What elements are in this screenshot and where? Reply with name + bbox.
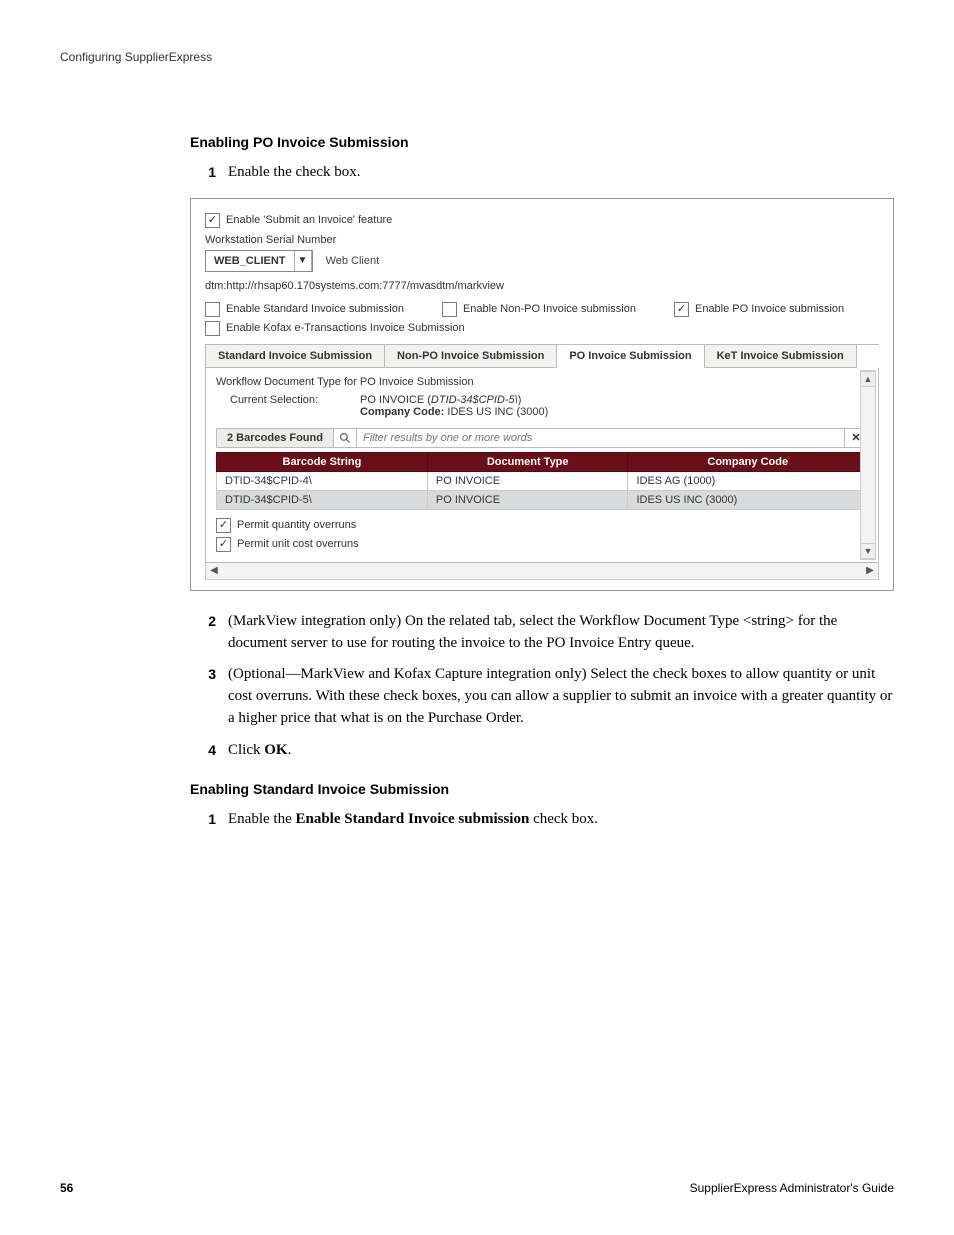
checkbox-label: Enable PO Invoice submission: [695, 303, 844, 315]
dtm-url: dtm:http://rhsap60.170systems.com:7777/m…: [205, 280, 879, 292]
checkbox-label: Enable Non-PO Invoice submission: [463, 303, 636, 315]
checkbox-enable-nonpo[interactable]: Enable Non-PO Invoice submission: [442, 302, 636, 317]
cell-company: IDES US INC (3000): [628, 490, 868, 509]
scroll-right-icon[interactable]: ▶: [862, 565, 878, 576]
table-row[interactable]: DTID-34$CPID-5\ PO INVOICE IDES US INC (…: [217, 490, 868, 509]
scroll-up-icon[interactable]: ▲: [861, 371, 875, 387]
step-2-text: (MarkView integration only) On the relat…: [228, 611, 894, 655]
step-number: 2: [190, 611, 228, 631]
workstation-label: Workstation Serial Number: [205, 234, 879, 246]
search-icon: [334, 428, 357, 448]
step-number: 1: [190, 809, 228, 829]
workstation-select[interactable]: WEB_CLIENT ▼: [205, 250, 313, 272]
check-icon: ✓: [205, 213, 220, 228]
page-number: 56: [60, 1181, 73, 1195]
col-company-code[interactable]: Company Code: [628, 452, 868, 471]
current-selection-label: Current Selection:: [230, 394, 340, 418]
step-3-text: (Optional—MarkView and Kofax Capture int…: [228, 664, 894, 729]
step-1b-text: Enable the Enable Standard Invoice submi…: [228, 809, 894, 831]
current-selection-id: DTID-34$CPID-5\: [431, 394, 518, 406]
step-4-post: .: [288, 742, 292, 758]
tab-standard[interactable]: Standard Invoice Submission: [205, 345, 384, 368]
current-selection-text: ): [518, 394, 522, 406]
step-4-pre: Click: [228, 742, 264, 758]
ok-label: OK: [264, 742, 287, 758]
checkbox-enable-po[interactable]: ✓ Enable PO Invoice submission: [674, 302, 844, 317]
guide-title: SupplierExpress Administrator's Guide: [690, 1181, 894, 1195]
scrollbar-vertical[interactable]: ▲ ▼: [860, 370, 876, 560]
page-footer: 56 SupplierExpress Administrator's Guide: [60, 1181, 894, 1195]
cell-doctype: PO INVOICE: [427, 490, 628, 509]
tabs: Standard Invoice Submission Non-PO Invoi…: [205, 344, 879, 368]
cell-barcode: DTID-34$CPID-4\: [217, 471, 428, 490]
tab-nonpo[interactable]: Non-PO Invoice Submission: [384, 345, 556, 368]
checkbox-label: Enable Kofax e-Transactions Invoice Subm…: [226, 322, 465, 334]
checkbox-label: Permit unit cost overruns: [237, 538, 359, 550]
checkbox-enable-submit-invoice[interactable]: ✓ Enable 'Submit an Invoice' feature: [205, 213, 392, 228]
step-number: 3: [190, 664, 228, 684]
barcodes-found-count: 2 Barcodes Found: [216, 428, 334, 448]
step-1-text: Enable the check box.: [228, 162, 894, 184]
checkbox-permit-quantity[interactable]: ✓ Permit quantity overruns: [216, 518, 356, 533]
checkbox-label: Permit quantity overruns: [237, 519, 356, 531]
heading-enabling-po: Enabling PO Invoice Submission: [190, 134, 894, 150]
workflow-doc-type-label: Workflow Document Type for PO Invoice Su…: [216, 376, 868, 388]
checkbox-enable-standard[interactable]: Enable Standard Invoice submission: [205, 302, 404, 317]
checkbox-icon: [205, 321, 220, 336]
col-document-type[interactable]: Document Type: [427, 452, 628, 471]
checkbox-permit-unit-cost[interactable]: ✓ Permit unit cost overruns: [216, 537, 359, 552]
step-number: 4: [190, 740, 228, 760]
checkbox-enable-kofax[interactable]: Enable Kofax e-Transactions Invoice Subm…: [205, 321, 465, 336]
filter-input[interactable]: [357, 428, 845, 448]
cell-barcode: DTID-34$CPID-5\: [217, 490, 428, 509]
step-1b-post: check box.: [529, 811, 598, 827]
checkbox-icon: [442, 302, 457, 317]
tab-body-po: ▲ ▼ Workflow Document Type for PO Invoic…: [205, 368, 879, 563]
check-icon: ✓: [216, 537, 231, 552]
company-code-value: IDES US INC (3000): [444, 406, 548, 418]
checkbox-label: Enable 'Submit an Invoice' feature: [226, 214, 392, 226]
cell-company: IDES AG (1000): [628, 471, 868, 490]
running-header: Configuring SupplierExpress: [60, 50, 894, 64]
tab-po[interactable]: PO Invoice Submission: [556, 345, 703, 368]
tab-ket[interactable]: KeT Invoice Submission: [704, 345, 857, 368]
step-4-text: Click OK.: [228, 740, 894, 762]
check-icon: ✓: [216, 518, 231, 533]
heading-enabling-standard: Enabling Standard Invoice Submission: [190, 781, 894, 797]
col-barcode-string[interactable]: Barcode String: [217, 452, 428, 471]
workstation-description: Web Client: [316, 255, 390, 267]
screenshot-figure: ✓ Enable 'Submit an Invoice' feature Wor…: [190, 198, 894, 591]
scroll-down-icon[interactable]: ▼: [861, 543, 875, 559]
enable-standard-label: Enable Standard Invoice submission: [295, 811, 529, 827]
chevron-down-icon: ▼: [295, 251, 312, 271]
checkbox-label: Enable Standard Invoice submission: [226, 303, 404, 315]
step-number: 1: [190, 162, 228, 182]
checkbox-icon: [205, 302, 220, 317]
barcode-table: Barcode String Document Type Company Cod…: [216, 452, 868, 510]
table-row[interactable]: DTID-34$CPID-4\ PO INVOICE IDES AG (1000…: [217, 471, 868, 490]
check-icon: ✓: [674, 302, 689, 317]
company-code-label: Company Code:: [360, 406, 444, 418]
current-selection-value: PO INVOICE (DTID-34$CPID-5\) Company Cod…: [360, 394, 548, 418]
cell-doctype: PO INVOICE: [427, 471, 628, 490]
scrollbar-horizontal[interactable]: ◀ ▶: [205, 563, 879, 580]
step-1b-pre: Enable the: [228, 811, 295, 827]
scroll-left-icon[interactable]: ◀: [206, 565, 222, 576]
current-selection-text: PO INVOICE (: [360, 394, 431, 406]
workstation-value: WEB_CLIENT: [206, 251, 295, 271]
